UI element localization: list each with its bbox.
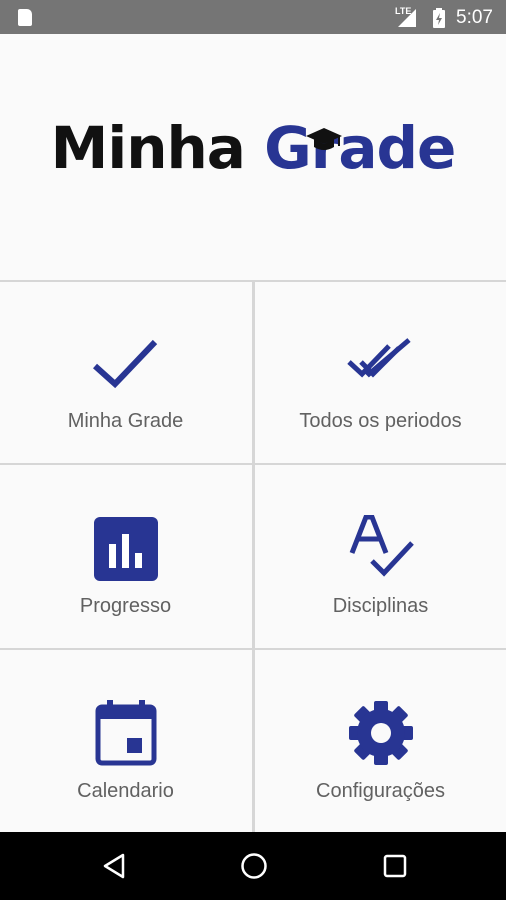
graduation-cap-icon (306, 128, 342, 150)
menu-item-label: Configurações (316, 780, 445, 802)
menu-grid: Minha Grade Todos os periodos Progresso … (0, 280, 506, 833)
home-icon[interactable] (240, 852, 268, 880)
battery-charging-icon (433, 8, 445, 28)
check-icon (92, 339, 157, 389)
menu-item-disciplinas[interactable]: Disciplinas (255, 465, 506, 648)
signal-icon (398, 9, 416, 27)
navigation-bar (0, 832, 506, 900)
menu-item-label: Disciplinas (332, 595, 429, 617)
menu-item-label: Progresso (79, 595, 172, 617)
bar-chart-icon (93, 517, 158, 581)
back-icon[interactable] (102, 853, 126, 879)
double-check-icon (346, 338, 411, 378)
menu-item-label: Todos os periodos (299, 410, 462, 432)
sd-card-icon (18, 9, 32, 26)
menu-item-minha-grade[interactable]: Minha Grade (0, 280, 251, 463)
menu-item-label: Calendario (77, 780, 174, 802)
calendar-icon (95, 700, 156, 766)
grid-divider (252, 280, 255, 832)
logo-word-grade: Grade (264, 114, 456, 182)
menu-item-todos-os-periodos[interactable]: Todos os periodos (255, 280, 506, 463)
status-bar: LTE 5:07 (0, 0, 506, 34)
spellcheck-icon (349, 515, 414, 577)
gear-icon (348, 701, 413, 765)
recents-icon[interactable] (383, 854, 407, 878)
clock: 5:07 (456, 7, 493, 28)
menu-item-progresso[interactable]: Progresso (0, 465, 251, 648)
logo-word-minha: Minha (50, 114, 246, 182)
menu-item-calendario[interactable]: Calendario (0, 650, 251, 833)
app-logo: Minha Grade (0, 119, 506, 177)
menu-item-label: Minha Grade (67, 410, 184, 432)
menu-item-configuracoes[interactable]: Configurações (255, 650, 506, 833)
